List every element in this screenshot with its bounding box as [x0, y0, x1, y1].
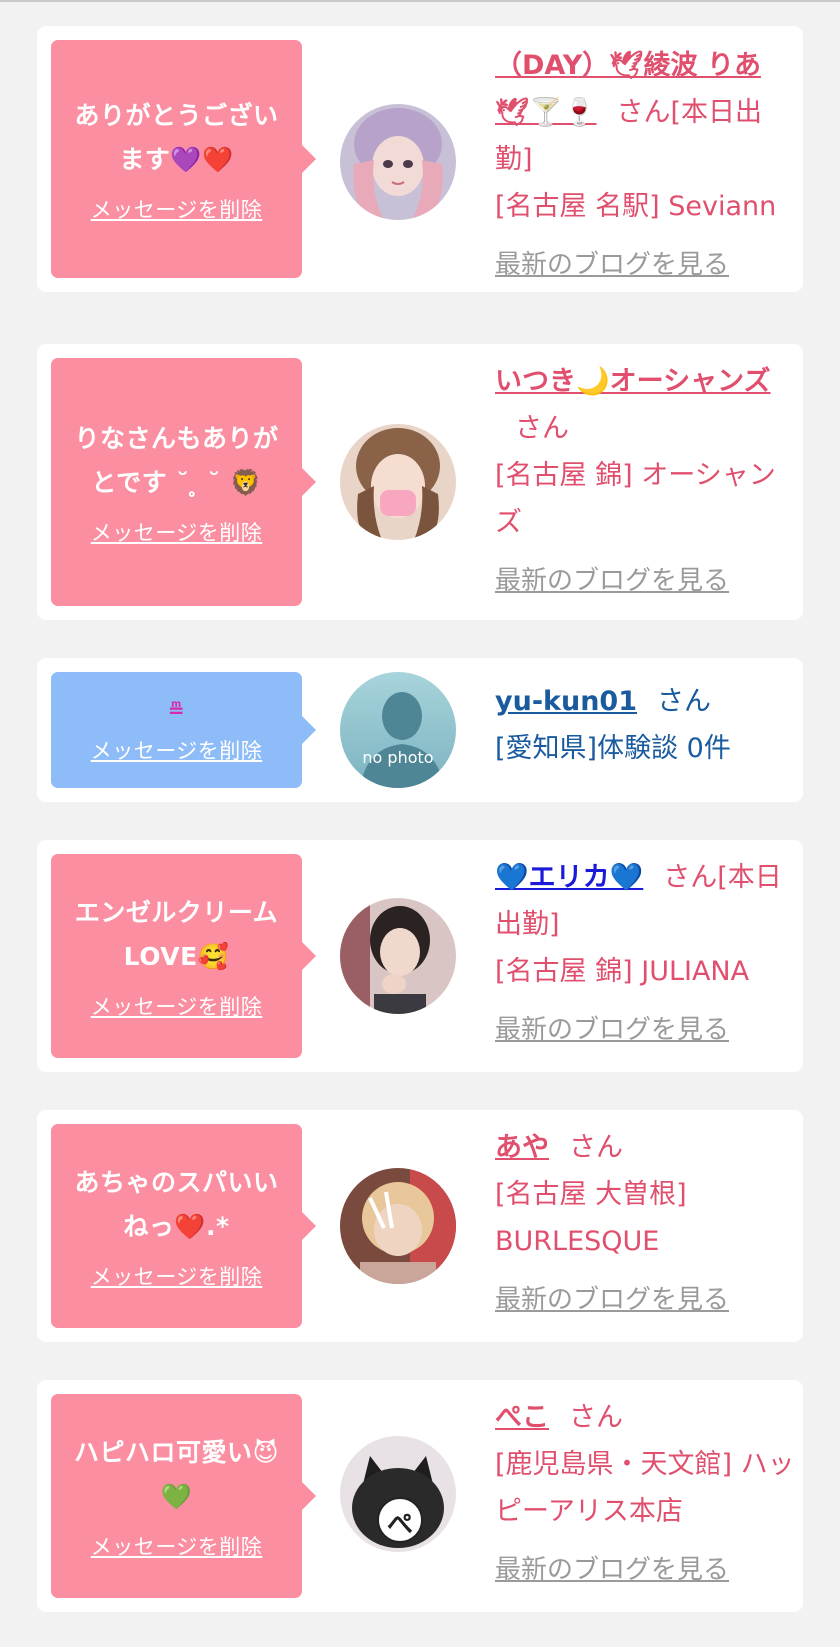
message-text: あちゃのスパいいねっ❤️.*	[74, 1168, 279, 1241]
latest-blog-link[interactable]: 最新のブログを見る	[495, 1007, 795, 1054]
honorific: さん	[515, 413, 569, 444]
message-text: エンゼルクリームLOVE🥰	[74, 898, 279, 971]
shop-name: [鹿児島県・天文館] ハッピーアリス本店	[495, 1449, 795, 1527]
delete-message-link[interactable]: メッセージを削除	[91, 991, 263, 1021]
username-link[interactable]: 💙エリカ💙	[495, 862, 643, 893]
no-photo-label: no photo	[362, 748, 434, 767]
message-text: ありがとうございます💜❤️	[74, 101, 279, 174]
user-info: yu-kun01 さん [愛知県]体験談 0件	[495, 678, 795, 772]
shop-name: [名古屋 名駅] Seviann	[495, 191, 777, 222]
delete-message-link[interactable]: メッセージを削除	[91, 517, 263, 547]
user-info: ぺこ さん [鹿児島県・天文館] ハッピーアリス本店 最新のブログを見る	[495, 1394, 795, 1594]
avatar-image	[340, 424, 456, 540]
latest-blog-link[interactable]: 最新のブログを見る	[495, 558, 795, 605]
shop-name: [名古屋 錦] JULIANA	[495, 956, 750, 987]
avatar[interactable]	[340, 104, 456, 220]
avatar-image	[340, 898, 456, 1014]
avatar[interactable]	[340, 424, 456, 540]
username-link[interactable]: いつき🌙オーシャンズ	[495, 366, 771, 397]
message-card: りなさんもありがとです ˘ ̥ ˘ 🦁 メッセージを削除 いつき🌙オーシャンズさ…	[37, 344, 803, 620]
message-card: ありがとうございます💜❤️ メッセージを削除 （DAY）🕊綾波 りあ🕊🍸🍷 さん[…	[37, 26, 803, 292]
avatar[interactable]: ぺ	[340, 1436, 456, 1552]
message-text: ≞	[167, 698, 186, 722]
shop-name: [名古屋 大曽根] BURLESQUE	[495, 1179, 687, 1257]
avatar[interactable]	[340, 898, 456, 1014]
avatar-image	[340, 1168, 456, 1284]
top-divider	[0, 0, 840, 2]
honorific: さん	[569, 1132, 623, 1163]
message-card: ≞ メッセージを削除 no photo yu-kun01 さん [愛知県]体験談 …	[37, 658, 803, 802]
latest-blog-link[interactable]: 最新のブログを見る	[495, 1277, 795, 1324]
honorific: さん	[657, 686, 712, 717]
avatar-sticker-text: ぺ	[386, 1510, 413, 1540]
username-link[interactable]: あや	[495, 1132, 549, 1163]
no-photo-placeholder	[340, 672, 456, 788]
latest-blog-link[interactable]: 最新のブログを見る	[495, 242, 795, 289]
honorific: さん	[569, 1402, 623, 1433]
message-text: ハピハロ可愛い😈💚	[73, 1438, 280, 1511]
username-link[interactable]: ぺこ	[495, 1402, 549, 1433]
delete-message-link[interactable]: メッセージを削除	[91, 1531, 263, 1561]
delete-message-link[interactable]: メッセージを削除	[91, 735, 263, 765]
avatar[interactable]	[340, 1168, 456, 1284]
message-bubble: りなさんもありがとです ˘ ̥ ˘ 🦁 メッセージを削除	[51, 358, 316, 606]
user-info: いつき🌙オーシャンズさん [名古屋 錦] オーシャンズ 最新のブログを見る	[495, 358, 795, 605]
message-bubble: ハピハロ可愛い😈💚 メッセージを削除	[51, 1394, 316, 1598]
delete-message-link[interactable]: メッセージを削除	[91, 1261, 263, 1291]
message-card: エンゼルクリームLOVE🥰 メッセージを削除 💙エリカ💙 さん[本日出勤] [名古…	[37, 840, 803, 1072]
avatar-image	[340, 104, 456, 220]
username-link[interactable]: yu-kun01	[495, 686, 637, 717]
review-count: [愛知県]体験談 0件	[495, 733, 731, 764]
message-bubble: ≞ メッセージを削除	[51, 672, 316, 788]
user-info: あや さん [名古屋 大曽根] BURLESQUE 最新のブログを見る	[495, 1124, 795, 1324]
user-info: 💙エリカ💙 さん[本日出勤] [名古屋 錦] JULIANA 最新のブログを見る	[495, 854, 795, 1054]
message-text: りなさんもありがとです ˘ ̥ ˘ 🦁	[74, 424, 279, 497]
message-card: あちゃのスパいいねっ❤️.* メッセージを削除 あや さん [名古屋 大曽根] B…	[37, 1110, 803, 1342]
delete-message-link[interactable]: メッセージを削除	[91, 194, 263, 224]
message-bubble: ありがとうございます💜❤️ メッセージを削除	[51, 40, 316, 278]
avatar[interactable]: no photo	[340, 672, 456, 788]
message-bubble: あちゃのスパいいねっ❤️.* メッセージを削除	[51, 1124, 316, 1328]
message-bubble: エンゼルクリームLOVE🥰 メッセージを削除	[51, 854, 316, 1058]
shop-name: [名古屋 錦] オーシャンズ	[495, 460, 776, 538]
message-card: ハピハロ可愛い😈💚 メッセージを削除 ぺ ぺこ さん [鹿児島県・天文館] ハッピ…	[37, 1380, 803, 1612]
latest-blog-link[interactable]: 最新のブログを見る	[495, 1547, 795, 1594]
user-info: （DAY）🕊綾波 りあ🕊🍸🍷 さん[本日出勤] [名古屋 名駅] Seviann …	[495, 42, 795, 289]
